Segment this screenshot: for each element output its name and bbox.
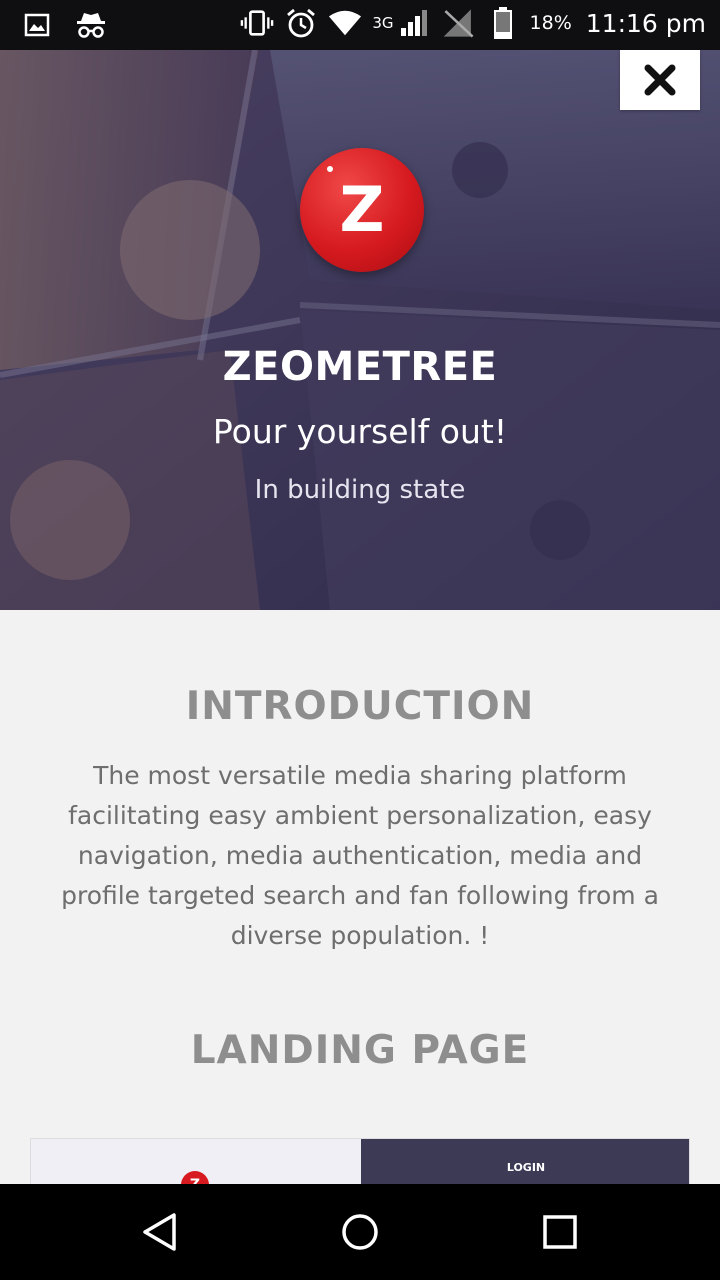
logo-dot (327, 166, 333, 172)
alarm-icon (284, 6, 318, 40)
status-bar-right: 3G 18% 11:16 pm (240, 6, 706, 40)
home-icon (342, 1214, 378, 1250)
network-type: 3G (372, 14, 394, 32)
close-icon (644, 64, 676, 96)
clock: 11:16 pm (585, 8, 706, 38)
hero-overlay (0, 50, 720, 610)
tagline: Pour yourself out! (212, 412, 508, 451)
preview-login-label: LOGIN (506, 1161, 546, 1174)
image-icon (20, 8, 54, 42)
brand-name: ZEOMETREE (222, 344, 498, 390)
page-content[interactable]: Z ZEOMETREE Pour yourself out! In buildi… (0, 50, 720, 1184)
hero-banner: Z ZEOMETREE Pour yourself out! In buildi… (0, 50, 720, 610)
preview-right-panel: LOGIN (361, 1139, 689, 1184)
cellular-signal-icon (398, 6, 432, 40)
introduction-heading: INTRODUCTION (185, 684, 535, 729)
status-bar: 3G 18% 11:16 pm (0, 0, 720, 50)
logo-letter: Z (339, 172, 385, 246)
home-button[interactable] (336, 1208, 384, 1256)
navigation-bar (0, 1184, 720, 1280)
back-button[interactable] (136, 1208, 184, 1256)
landing-page-heading: LANDING PAGE (190, 1028, 530, 1073)
recents-icon (543, 1215, 577, 1249)
back-icon (143, 1213, 176, 1251)
battery-percent: 18% (529, 12, 572, 34)
battery-icon (486, 6, 520, 40)
close-button[interactable] (620, 50, 700, 110)
status-bar-left (20, 8, 108, 42)
build-state-text: In building state (254, 475, 466, 505)
incognito-icon (74, 8, 108, 42)
wifi-icon (328, 6, 362, 40)
preview-left-panel: Z (31, 1139, 361, 1184)
introduction-text: The most versatile media sharing platfor… (61, 761, 659, 950)
landing-page-preview: Z LOGIN (30, 1138, 690, 1184)
no-sim-icon (442, 6, 476, 40)
recents-button[interactable] (536, 1208, 584, 1256)
preview-logo: Z (181, 1171, 209, 1184)
vibrate-icon (240, 6, 274, 40)
zeometree-logo: Z (300, 148, 424, 272)
